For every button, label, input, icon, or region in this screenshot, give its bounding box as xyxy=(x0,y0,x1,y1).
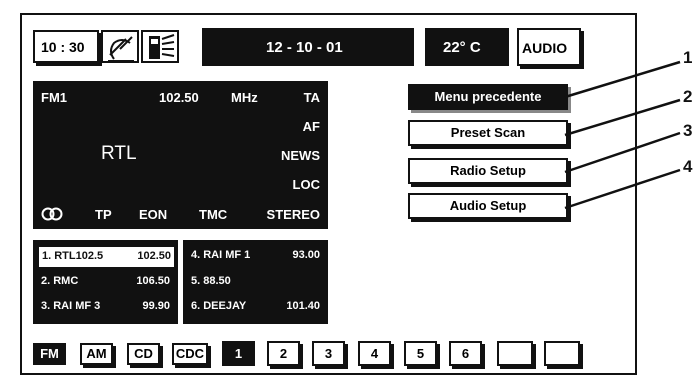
preset-button-6[interactable]: 6 xyxy=(449,341,482,366)
flag-ta: TA xyxy=(303,90,320,105)
preset-button-7[interactable] xyxy=(497,341,533,366)
preset-2[interactable]: 2. RMC 106.50 xyxy=(38,272,173,292)
source-fm-button[interactable]: FM xyxy=(33,343,66,365)
source-cd-label: CD xyxy=(134,346,153,361)
flag-af: AF xyxy=(302,119,320,134)
date-display: 12 - 10 - 01 xyxy=(202,28,414,66)
station-name: RTL xyxy=(101,143,137,164)
preset-3-name: 3. RAI MF 3 xyxy=(41,300,101,312)
radio-setup-label: Radio Setup xyxy=(450,163,526,178)
preset-4-freq: 93.00 xyxy=(292,249,320,261)
callout-4: 4 xyxy=(683,157,693,176)
preset-6[interactable]: 6. DEEJAY 101.40 xyxy=(188,297,323,317)
flag-loc: LOC xyxy=(292,177,320,192)
source-am-button[interactable]: AM xyxy=(80,343,113,365)
preset-5[interactable]: 5. 88.50 xyxy=(188,272,323,292)
temperature-display: 22° C xyxy=(425,28,509,66)
preset-2-freq: 106.50 xyxy=(136,275,170,287)
preset-button-3-label: 3 xyxy=(324,346,333,361)
presets-right-panel: 4. RAI MF 1 93.00 5. 88.50 6. DEEJAY 101… xyxy=(183,240,328,324)
preset-scan-label: Preset Scan xyxy=(450,125,526,140)
flag-news: NEWS xyxy=(281,148,320,163)
frequency-value: 102.50 xyxy=(159,90,199,105)
preset-4[interactable]: 4. RAI MF 1 93.00 xyxy=(188,246,323,266)
preset-1-freq: 102.50 xyxy=(137,250,171,262)
source-fm-label: FM xyxy=(40,346,59,361)
preset-2-name: 2. RMC xyxy=(41,275,79,287)
preset-6-name: 6. DEEJAY xyxy=(191,300,247,312)
band-label: FM1 xyxy=(41,90,67,105)
satellite-dish-icon xyxy=(108,36,134,62)
preset-3-freq: 99.90 xyxy=(142,300,170,312)
preset-button-8[interactable] xyxy=(544,341,580,366)
audio-label: AUDIO xyxy=(522,40,568,56)
menu-precedente-button[interactable]: Menu precedente xyxy=(408,84,568,110)
audio-setup-button[interactable]: Audio Setup xyxy=(408,193,568,219)
source-am-label: AM xyxy=(86,346,107,361)
satellite-box xyxy=(101,30,139,63)
audio-setup-label: Audio Setup xyxy=(449,198,527,213)
preset-1[interactable]: 1. RTL102.5 102.50 xyxy=(38,246,175,268)
preset-3[interactable]: 3. RAI MF 3 99.90 xyxy=(38,297,173,317)
callout-1: 1 xyxy=(683,48,693,67)
flag-stereo: STEREO xyxy=(266,207,320,222)
radio-setup-button[interactable]: Radio Setup xyxy=(408,158,568,184)
preset-button-2-label: 2 xyxy=(279,346,288,361)
preset-6-freq: 101.40 xyxy=(286,300,320,312)
clock-box: 10 : 30 xyxy=(33,30,99,63)
callout-3: 3 xyxy=(683,121,693,140)
dolby-icon xyxy=(41,207,63,221)
frequency-unit: MHz xyxy=(231,90,258,105)
temperature-text: 22° C xyxy=(443,39,481,56)
presets-left-panel: 1. RTL102.5 102.50 2. RMC 106.50 3. RAI … xyxy=(33,240,178,324)
flag-eon: EON xyxy=(139,207,168,222)
preset-4-name: 4. RAI MF 1 xyxy=(191,249,251,261)
preset-button-1-label: 1 xyxy=(234,346,243,361)
preset-5-name: 5. 88.50 xyxy=(191,275,231,287)
preset-button-4[interactable]: 4 xyxy=(358,341,391,366)
phone-box xyxy=(141,30,179,63)
preset-1-name: 1. RTL102.5 xyxy=(42,250,104,262)
preset-button-4-label: 4 xyxy=(370,346,379,361)
source-cd-button[interactable]: CD xyxy=(127,343,160,365)
audio-button[interactable]: AUDIO xyxy=(517,28,581,66)
radio-display: FM1 102.50 MHz TA AF NEWS LOC RTL TP EON… xyxy=(33,81,328,229)
preset-button-5[interactable]: 5 xyxy=(404,341,437,366)
menu-precedente-label: Menu precedente xyxy=(434,89,542,104)
flag-tp: TP xyxy=(95,207,112,222)
preset-button-6-label: 6 xyxy=(461,346,470,361)
source-cdc-button[interactable]: CDC xyxy=(172,343,208,365)
source-cdc-label: CDC xyxy=(175,346,205,361)
preset-button-5-label: 5 xyxy=(416,346,425,361)
date-text: 12 - 10 - 01 xyxy=(266,39,343,56)
preset-scan-button[interactable]: Preset Scan xyxy=(408,120,568,146)
callout-2: 2 xyxy=(683,87,693,106)
clock-time: 10 : 30 xyxy=(41,39,85,55)
preset-button-2[interactable]: 2 xyxy=(267,341,300,366)
flag-tmc: TMC xyxy=(199,207,228,222)
preset-button-1[interactable]: 1 xyxy=(222,341,255,366)
preset-button-3[interactable]: 3 xyxy=(312,341,345,366)
phone-icon xyxy=(149,34,175,59)
